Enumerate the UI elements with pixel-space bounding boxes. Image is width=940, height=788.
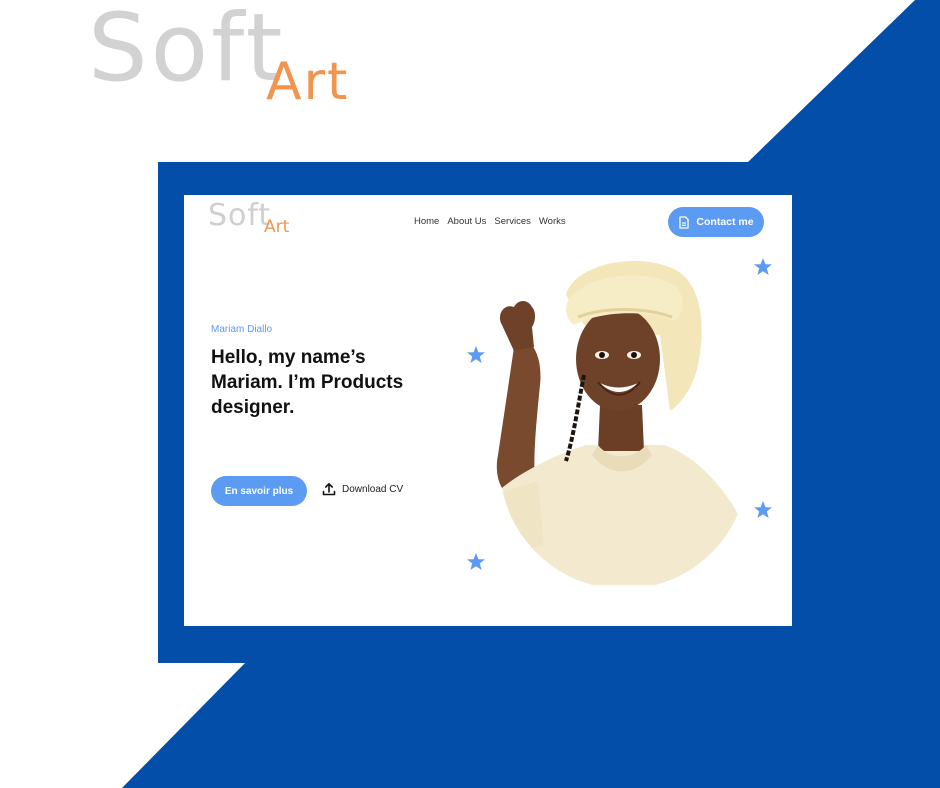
site-logo[interactable]: Soft Art [208,201,298,241]
nav-about-us[interactable]: About Us [447,216,486,227]
contact-me-label: Contact me [696,216,754,228]
nav-services[interactable]: Services [494,216,530,227]
download-cv-link[interactable]: Download CV [322,482,403,496]
hero-headline: Hello, my name’s Mariam. I’m Products de… [211,347,404,418]
brand-logo: Soft Art [88,2,368,112]
download-cv-label: Download CV [342,483,404,495]
document-icon [679,215,690,229]
star-icon [467,553,485,570]
nav-home[interactable]: Home [414,216,439,227]
brand-logo-soft: Soft [88,0,286,103]
star-icon [754,501,772,518]
website-mockup: Soft Art Home About Us Services Works Co… [184,195,792,626]
star-icon [467,346,485,363]
main-nav: Home About Us Services Works [414,216,566,227]
contact-me-button[interactable]: Contact me [668,207,764,237]
upload-icon [322,483,336,496]
nav-works[interactable]: Works [539,216,566,227]
brand-logo-art: Art [266,52,350,112]
site-logo-art: Art [264,217,290,237]
star-icon [754,258,772,275]
hero-subtitle: Mariam Diallo [211,324,273,335]
site-logo-soft: Soft [208,198,272,233]
portrait-image [496,261,744,585]
learn-more-button[interactable]: En savoir plus [211,476,307,506]
